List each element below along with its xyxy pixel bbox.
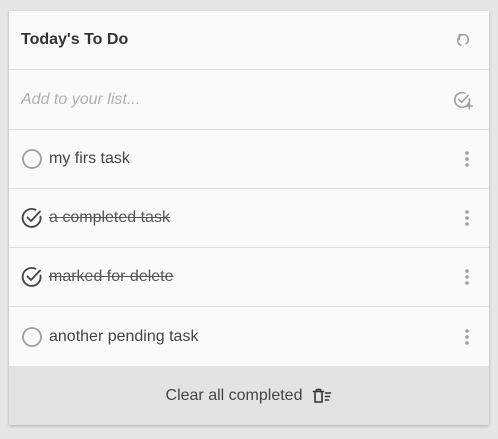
list-item: my firs task	[9, 130, 489, 189]
clear-completed-label: Clear all completed	[165, 386, 303, 404]
todo-header: Today's To Do	[9, 11, 489, 70]
list-item: marked for delete	[9, 248, 489, 307]
more-vert-icon[interactable]	[457, 147, 477, 171]
checkbox-unchecked-icon[interactable]	[21, 148, 43, 170]
add-row	[9, 70, 489, 130]
checkbox-checked-icon[interactable]	[21, 266, 43, 288]
checkbox-unchecked-icon[interactable]	[21, 326, 43, 348]
page-title: Today's To Do	[21, 31, 129, 48]
task-label[interactable]: my firs task	[49, 150, 457, 168]
task-label[interactable]: a completed task	[49, 209, 457, 227]
task-list: my firs task a completed task marked for…	[9, 130, 489, 366]
clear-completed-button[interactable]: Clear all completed	[9, 366, 489, 425]
add-task-icon[interactable]	[451, 88, 475, 112]
checkbox-checked-icon[interactable]	[21, 207, 43, 229]
list-item: another pending task	[9, 307, 489, 366]
task-label[interactable]: another pending task	[49, 328, 457, 346]
clear-list-icon	[312, 388, 332, 404]
more-vert-icon[interactable]	[457, 325, 477, 349]
refresh-icon[interactable]	[451, 28, 475, 52]
todo-card: Today's To Do my f	[9, 11, 489, 425]
list-item: a completed task	[9, 189, 489, 248]
more-vert-icon[interactable]	[457, 206, 477, 230]
task-label[interactable]: marked for delete	[49, 268, 457, 286]
more-vert-icon[interactable]	[457, 265, 477, 289]
add-task-input[interactable]	[21, 90, 401, 109]
